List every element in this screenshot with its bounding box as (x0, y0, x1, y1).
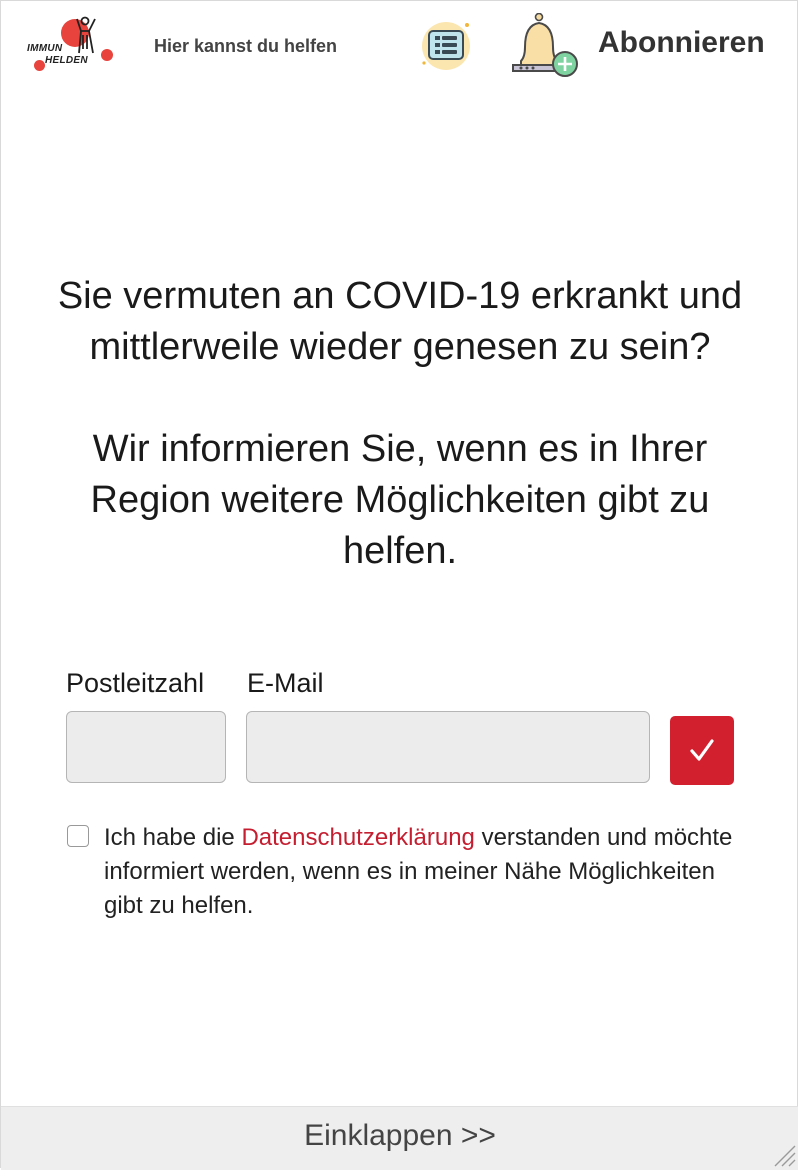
logo-dot (34, 60, 45, 71)
consent-text: Ich habe die Datenschutzerklärung versta… (104, 821, 744, 923)
postal-code-label: Postleitzahl (66, 668, 205, 698)
immunhelden-logo[interactable]: IMMUN HELDEN (25, 15, 117, 77)
privacy-policy-link[interactable]: Datenschutzerklärung (241, 824, 474, 851)
hero-figure-icon (76, 16, 96, 54)
widget-frame: IMMUN HELDEN Hier kannst du helfen Abonn… (0, 0, 798, 1170)
list-icon[interactable] (418, 19, 474, 71)
subscribe-button[interactable]: Abonnieren (598, 26, 765, 60)
headline-info: Wir informieren Sie, wenn es in Ihrer Re… (90, 428, 710, 572)
headline-spacer (41, 373, 759, 424)
headline: Sie vermuten an COVID-19 erkrankt und mi… (41, 271, 759, 577)
email-input[interactable] (246, 711, 650, 783)
email-label: E-Mail (247, 668, 324, 698)
postal-code-input[interactable] (66, 711, 226, 783)
help-link[interactable]: Hier kannst du helfen (154, 36, 337, 57)
resize-grip-icon[interactable] (769, 1140, 797, 1168)
collapse-button[interactable]: Einklappen >> (1, 1119, 798, 1153)
headline-question: Sie vermuten an COVID-19 erkrankt und mi… (57, 275, 743, 368)
logo-text-helden: HELDEN (45, 55, 88, 66)
bell-plus-icon[interactable] (509, 13, 581, 79)
header: IMMUN HELDEN Hier kannst du helfen Abonn… (1, 1, 798, 101)
consent-prefix: Ich habe die (104, 824, 242, 851)
footer-bar: Einklappen >> (1, 1106, 798, 1170)
submit-button[interactable] (670, 716, 734, 785)
consent-checkbox[interactable] (67, 825, 89, 847)
check-icon (690, 738, 714, 761)
logo-text-immun: IMMUN (27, 43, 63, 54)
